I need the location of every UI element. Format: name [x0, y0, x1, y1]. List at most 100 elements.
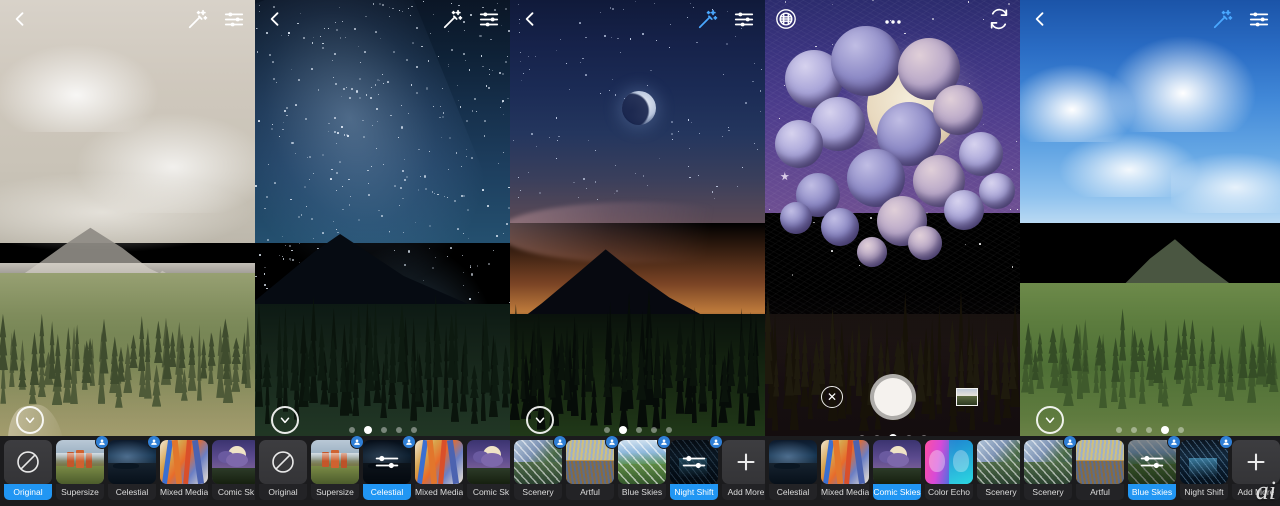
back-button[interactable]	[10, 7, 30, 31]
filter-item[interactable]: Scenery	[514, 436, 567, 502]
filter-item[interactable]: Scenery	[977, 440, 1020, 502]
filter-item[interactable]: Scenery	[1024, 436, 1077, 502]
page-dot[interactable]	[363, 426, 372, 434]
filter-item[interactable]: Celestial	[769, 440, 817, 502]
filter-item[interactable]: Color Echo	[925, 440, 973, 502]
sliders-icon[interactable]	[733, 8, 755, 30]
filter-thumbnail[interactable]	[259, 440, 307, 484]
sliders-icon[interactable]	[1248, 8, 1270, 30]
filter-strip[interactable]: Original Supersize Celestial Mixed Media…	[0, 436, 255, 506]
filter-thumbnail[interactable]	[160, 440, 208, 484]
filter-item[interactable]: Night Shift	[670, 436, 723, 502]
filter-item[interactable]: Blue Skies	[618, 436, 671, 502]
filter-item[interactable]: Mixed Media	[160, 440, 208, 502]
page-dot[interactable]	[650, 427, 657, 433]
filter-label: Comic Skies	[873, 484, 921, 500]
page-dot[interactable]	[1161, 426, 1169, 434]
filter-label: Celestial	[363, 484, 411, 500]
filter-label: Mixed Media	[821, 484, 869, 500]
back-button[interactable]	[265, 7, 285, 31]
filter-thumbnail[interactable]	[1076, 440, 1124, 484]
cloud-person-badge-icon	[147, 436, 161, 449]
magic-wand-icon[interactable]	[697, 8, 719, 30]
cloud-person-badge-icon	[402, 436, 416, 449]
filter-thumbnail[interactable]	[925, 440, 973, 484]
filter-strip[interactable]: Celestial Mixed Media Comic Skies Color …	[765, 436, 1020, 506]
filter-label: Scenery	[1024, 484, 1072, 500]
page-dot[interactable]	[410, 427, 417, 433]
cloud-person-badge-icon	[553, 436, 567, 449]
filter-thumbnail[interactable]	[722, 440, 765, 484]
filter-label: Comic Sk	[467, 484, 510, 500]
no-filter-slash-icon	[4, 440, 52, 484]
filter-label: Night Shift	[1180, 484, 1228, 500]
filter-strip[interactable]: Original Supersize Celestial Mixed Media	[255, 436, 510, 506]
filter-item[interactable]: Comic Sk	[467, 440, 510, 502]
magic-wand-icon[interactable]	[187, 8, 209, 30]
page-dots	[1020, 426, 1280, 434]
photo-canvas[interactable]	[765, 0, 1020, 506]
page-dot[interactable]	[1146, 427, 1152, 433]
cloud-person-badge-icon	[350, 436, 364, 449]
sync-refresh-icon[interactable]	[988, 8, 1010, 30]
filter-thumbnail[interactable]	[873, 440, 921, 484]
filter-item[interactable]: Add More	[722, 440, 765, 502]
close-circle-icon[interactable]: ✕	[821, 386, 843, 408]
page-dot[interactable]	[1178, 427, 1184, 433]
sliders-icon[interactable]	[223, 8, 245, 30]
filter-strip[interactable]: Scenery Artful Blue Skies Night Shift Ad…	[510, 436, 765, 506]
filter-item[interactable]: Celestial	[108, 436, 161, 502]
cloud-person-badge-icon	[709, 436, 723, 449]
filter-item[interactable]: Mixed Media	[821, 440, 869, 502]
page-dot[interactable]	[1131, 427, 1137, 433]
page-dot[interactable]	[665, 427, 672, 433]
gallery-thumbnail-icon[interactable]	[956, 388, 978, 406]
filter-thumbnail[interactable]	[977, 440, 1020, 484]
filter-strip[interactable]: Scenery Artful Blue Skies Night Shift Ad…	[1020, 436, 1280, 506]
filter-label: Scenery	[977, 484, 1020, 500]
filter-thumbnail[interactable]	[415, 440, 463, 484]
filter-label: Celestial	[769, 484, 817, 500]
camera-shutter-icon[interactable]	[869, 374, 916, 420]
page-dot[interactable]	[618, 426, 627, 434]
page-dot[interactable]	[603, 427, 610, 433]
filter-item[interactable]: Original	[4, 440, 52, 502]
page-dot[interactable]	[1116, 427, 1122, 433]
grid-globe-icon[interactable]	[775, 8, 797, 30]
filter-thumbnail[interactable]	[769, 440, 817, 484]
sliders-icon[interactable]	[478, 8, 500, 30]
back-button[interactable]	[520, 7, 540, 31]
filter-label: Blue Skies	[618, 484, 666, 500]
magic-wand-icon[interactable]	[1212, 8, 1234, 30]
filter-item[interactable]: Night Shift	[1180, 436, 1233, 502]
page-dot[interactable]	[348, 427, 355, 433]
filter-thumbnail[interactable]	[4, 440, 52, 484]
chevron-down-circle-icon[interactable]	[16, 406, 44, 434]
cloud-person-badge-icon	[95, 436, 109, 449]
cloud-person-badge-icon	[1167, 436, 1181, 449]
filter-item[interactable]: Original	[259, 440, 307, 502]
filter-thumbnail[interactable]	[821, 440, 869, 484]
filter-item[interactable]: Supersize	[56, 436, 109, 502]
filter-item[interactable]: Comic Sk	[212, 440, 255, 502]
filter-item[interactable]: Artful	[566, 436, 619, 502]
page-dot[interactable]	[380, 427, 387, 433]
page-dots	[255, 426, 510, 434]
page-dot[interactable]	[395, 427, 402, 433]
back-button[interactable]	[1030, 7, 1050, 31]
filter-thumbnail[interactable]	[212, 440, 255, 484]
filter-label: Supersize	[311, 484, 359, 500]
filter-gallery-screenshot: Original Supersize Celestial Mixed Media…	[0, 0, 1280, 506]
page-dot[interactable]	[635, 427, 642, 433]
filter-item[interactable]: Mixed Media	[415, 440, 463, 502]
filter-item[interactable]: Supersize	[311, 436, 364, 502]
filter-thumbnail[interactable]	[467, 440, 510, 484]
top-toolbar	[510, 0, 765, 38]
filter-item[interactable]: Artful	[1076, 440, 1124, 502]
magic-wand-icon[interactable]	[442, 8, 464, 30]
filter-item[interactable]: Celestial	[363, 436, 416, 502]
filter-item[interactable]: Comic Skies	[873, 440, 921, 502]
filter-item[interactable]: Blue Skies	[1128, 436, 1181, 502]
cloud-person-badge-icon	[1063, 436, 1077, 449]
more-horizontal-icon[interactable]	[882, 11, 904, 33]
